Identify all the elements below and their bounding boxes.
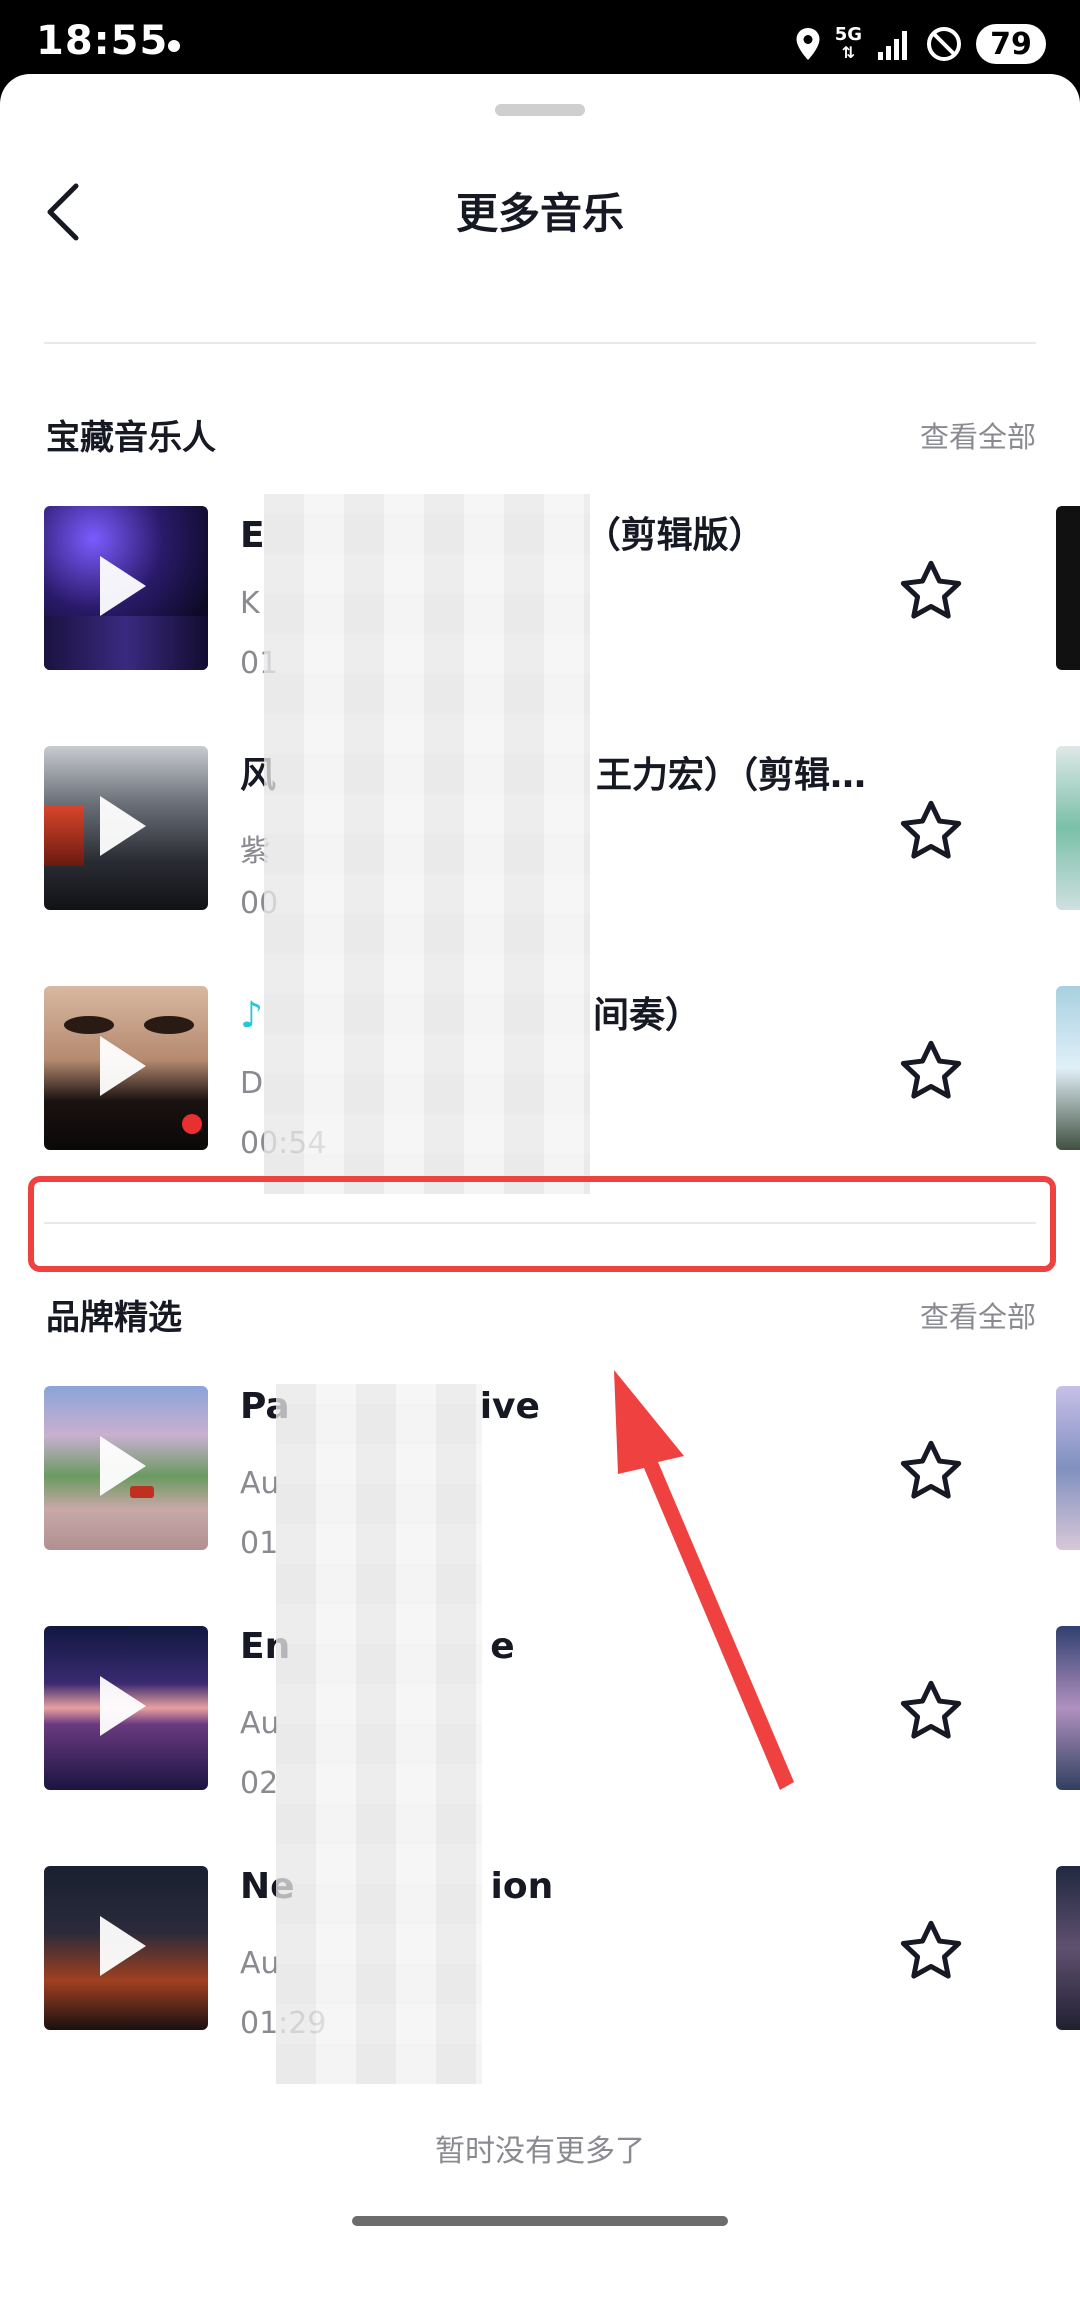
favorite-button[interactable] xyxy=(896,1676,966,1746)
annotation-highlight-box xyxy=(28,1176,1056,1272)
next-card-peek[interactable] xyxy=(1056,1866,1080,2030)
track-cover[interactable] xyxy=(44,1386,208,1550)
status-time: 18:55 xyxy=(36,18,169,64)
header-divider xyxy=(44,342,1036,344)
play-icon xyxy=(100,1436,146,1496)
star-icon xyxy=(900,1440,962,1499)
page-title: 更多音乐 xyxy=(455,189,624,238)
track-row[interactable]: Pa ive Au 01 xyxy=(0,1386,1080,1566)
track-artist: Au xyxy=(240,1466,280,1501)
home-indicator[interactable] xyxy=(352,2216,728,2226)
next-card-peek[interactable] xyxy=(1056,986,1080,1150)
favorite-button[interactable] xyxy=(896,1436,966,1506)
track-cover[interactable] xyxy=(44,506,208,670)
star-icon xyxy=(900,800,962,859)
signal-icon xyxy=(878,31,907,60)
track-artist: K xyxy=(240,586,260,621)
track-row[interactable]: En e Au 02 xyxy=(0,1626,1080,1806)
star-icon xyxy=(900,1920,962,1979)
track-duration: 02 xyxy=(240,1766,279,1801)
favorite-button[interactable] xyxy=(896,1036,966,1106)
status-icons: 5G ⇅ 79 xyxy=(795,22,1046,66)
drag-handle[interactable] xyxy=(495,104,585,116)
track-duration: 01 xyxy=(240,1526,279,1561)
section-title-treasure-musicians: 宝藏音乐人 xyxy=(46,418,216,458)
track-artist: D xyxy=(240,1066,264,1101)
annotation-arrow-icon xyxy=(614,1370,794,1790)
next-card-peek[interactable] xyxy=(1056,746,1080,910)
play-icon xyxy=(100,796,146,856)
section-title-brand-picks: 品牌精选 xyxy=(46,1298,182,1338)
no-more-text: 暂时没有更多了 xyxy=(435,2134,645,2169)
track-cover[interactable] xyxy=(44,986,208,1150)
next-card-peek[interactable] xyxy=(1056,506,1080,670)
next-card-peek[interactable] xyxy=(1056,1386,1080,1550)
star-icon xyxy=(900,1680,962,1739)
status-bar: 18:55 5G ⇅ 79 xyxy=(0,0,1080,74)
play-icon xyxy=(100,1676,146,1736)
track-cover[interactable] xyxy=(44,746,208,910)
track-cover[interactable] xyxy=(44,1626,208,1790)
network-label: 5G xyxy=(834,24,862,45)
favorite-button[interactable] xyxy=(896,1916,966,1986)
privacy-mosaic xyxy=(276,1384,482,2084)
play-icon xyxy=(100,556,146,616)
next-card-peek[interactable] xyxy=(1056,1626,1080,1790)
track-artist: Au xyxy=(240,1946,280,1981)
star-icon xyxy=(900,1040,962,1099)
play-icon xyxy=(100,1036,146,1096)
play-icon xyxy=(100,1916,146,1976)
notification-dot xyxy=(168,40,180,52)
privacy-mosaic xyxy=(264,494,590,1194)
view-all-button[interactable]: 查看全部 xyxy=(920,1294,1036,1336)
battery-indicator: 79 xyxy=(976,24,1046,64)
star-icon xyxy=(900,560,962,619)
favorite-button[interactable] xyxy=(896,556,966,626)
track-cover[interactable] xyxy=(44,1866,208,2030)
view-all-button[interactable]: 查看全部 xyxy=(920,414,1036,456)
network-5g-icon: 5G ⇅ xyxy=(834,24,862,62)
do-not-disturb-icon xyxy=(927,27,961,61)
favorite-button[interactable] xyxy=(896,796,966,866)
track-artist: Au xyxy=(240,1706,280,1741)
track-row[interactable]: Neion Au 01:29 xyxy=(0,1866,1080,2046)
location-icon xyxy=(796,28,820,60)
